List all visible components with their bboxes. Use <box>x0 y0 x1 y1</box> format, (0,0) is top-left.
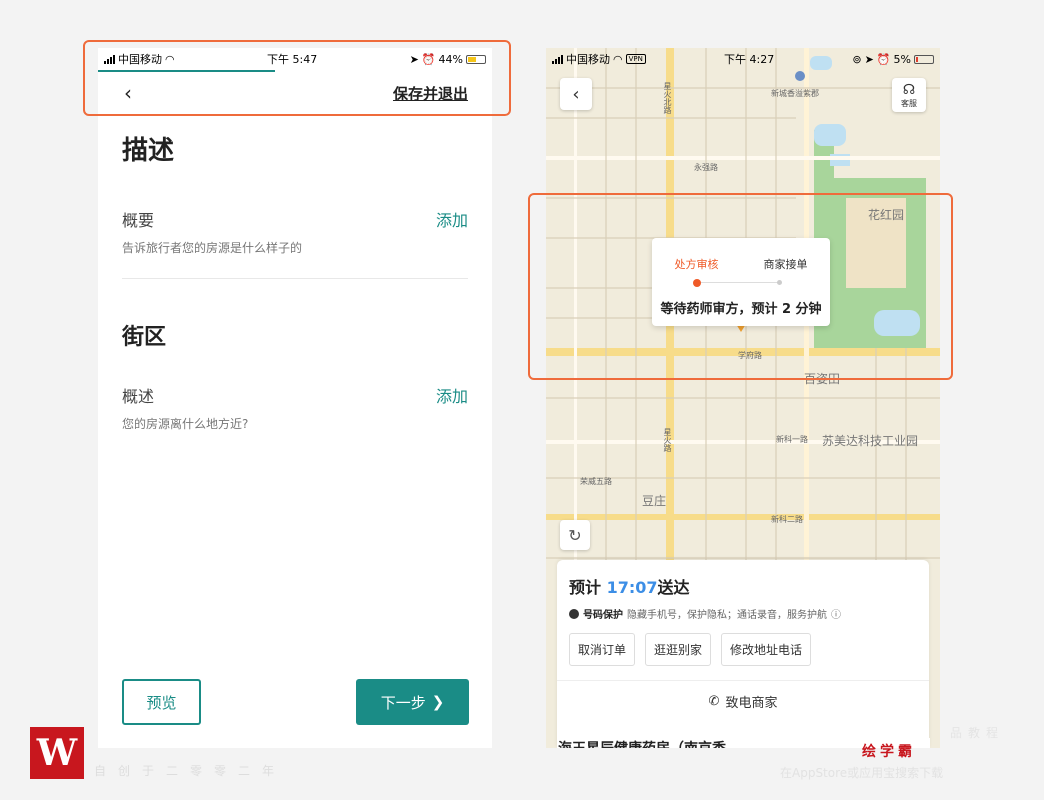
eta-time: 17:07 <box>606 578 658 597</box>
edit-address-button[interactable]: 修改地址电话 <box>721 633 812 666</box>
logo-letter-w: W <box>36 732 78 774</box>
preview-button[interactable]: 预览 <box>122 679 201 725</box>
status-time: 下午 4:27 <box>724 53 775 66</box>
neighborhood-title: 街区 <box>122 325 167 350</box>
overview-label: 概述 <box>122 387 155 406</box>
overview-hint: 您的房源离什么地方近? <box>122 417 249 431</box>
road-xinke2 <box>546 514 940 520</box>
alarm-icon: ⏰ <box>876 52 891 66</box>
section-title: 描述 <box>122 136 175 166</box>
poi-icon <box>795 71 805 81</box>
overview-add-button[interactable]: 添加 <box>436 383 468 407</box>
map-label-xingfei: 星火北路 <box>663 82 672 114</box>
overview-row: 概述 添加 <box>122 383 468 407</box>
call-merchant-label: 致电商家 <box>725 696 778 711</box>
lock-rotation-icon: ⊚ <box>852 52 862 66</box>
watermark-right-top: 品教程 <box>950 726 1005 740</box>
road-yongqiang <box>546 156 940 160</box>
highlight-box-navbar <box>83 40 511 116</box>
summary-label: 概要 <box>122 211 155 230</box>
refresh-icon: ↻ <box>568 525 582 545</box>
map-label-xinghuo: 星火路 <box>663 428 672 452</box>
summary-hint: 告诉旅行者您的房源是什么样子的 <box>122 241 303 255</box>
watermark-right: 在AppStore或应用宝搜索下载 <box>780 766 944 780</box>
map-label-yongqiang: 永强路 <box>694 163 718 172</box>
browse-other-button[interactable]: 逛逛别家 <box>645 633 712 666</box>
summary-add-button[interactable]: 添加 <box>436 207 468 231</box>
call-merchant-button[interactable]: ✆ 致电商家 <box>557 680 929 722</box>
shield-icon <box>569 608 579 619</box>
brand-logo: W <box>30 727 84 779</box>
map-label-sumeida: 苏美达科技工业园 <box>822 434 919 448</box>
back-chevron-icon: ‹ <box>572 83 580 105</box>
cancel-order-button[interactable]: 取消订单 <box>569 633 636 666</box>
customer-service-button[interactable]: ☊ 客服 <box>892 78 926 112</box>
map-label-douzhuang: 豆庄 <box>642 494 667 508</box>
summary-row: 概要 添加 <box>122 207 468 231</box>
description-form: 描述 概要 添加 告诉旅行者您的房源是什么样子的 街区 概述 添加 您的房源离什… <box>98 130 492 432</box>
signal-icon <box>552 54 563 64</box>
left-phone-screen: 中国移动 ◠ 下午 5:47 ➤ ⏰ 44% ‹ 保存并退出 描述 概要 添加 … <box>98 48 492 748</box>
eta-line: 预计 17:07送达 <box>569 574 929 598</box>
customer-service-label: 客服 <box>901 98 917 108</box>
location-icon: ➤ <box>864 52 874 66</box>
watermark-left: 自创于二零零二年 <box>94 764 287 778</box>
wifi-icon: ◠ <box>613 52 623 66</box>
battery-percent: 5% <box>893 52 911 66</box>
map-label-xinfeng: 新城香溢紫郡 <box>771 89 819 98</box>
eta-suffix: 送达 <box>657 578 690 597</box>
map-label-xinke1: 新科一路 <box>776 435 808 444</box>
number-protection: 号码保护 隐藏手机号，保护隐私；通话录音，服务护航 ⓘ <box>569 606 929 621</box>
brand-name: 绘学霸 <box>862 744 916 760</box>
order-actions: 取消订单 逛逛别家 修改地址电话 <box>569 633 929 666</box>
next-step-label: 下一步 <box>380 693 426 712</box>
headset-icon: ☊ <box>902 81 916 98</box>
next-step-button[interactable]: 下一步 ❯ <box>356 679 469 725</box>
map-back-button[interactable]: ‹ <box>560 78 592 110</box>
order-panel: 预计 17:07送达 号码保护 隐藏手机号，保护隐私；通话录音，服务护航 ⓘ 取… <box>557 560 929 748</box>
highlight-box-status-card <box>528 193 953 380</box>
lake-2 <box>814 124 846 146</box>
carrier-name: 中国移动 <box>566 53 610 66</box>
right-phone-screen: 新城香溢紫郡 星火北路 永强路 花红园 学府路 百姿田 苏美达科技工业园 新科一… <box>546 48 940 748</box>
battery-icon <box>914 54 934 64</box>
divider <box>122 278 468 279</box>
refresh-button[interactable]: ↻ <box>560 520 590 550</box>
protection-tag: 号码保护 <box>583 610 623 621</box>
help-icon[interactable]: ⓘ <box>831 606 841 621</box>
map-label-rongwei: 荣威五路 <box>580 477 612 486</box>
vpn-badge: VPN <box>625 54 646 64</box>
eta-prefix: 预计 <box>569 578 602 597</box>
protection-text: 隐藏手机号，保护隐私；通话录音，服务护航 <box>627 610 827 621</box>
phone-icon: ✆ <box>708 694 720 709</box>
chevron-right-icon: ❯ <box>431 693 445 711</box>
status-bar-right: 中国移动 ◠ VPN 下午 4:27 ⊚ ➤ ⏰ 5% <box>546 48 940 70</box>
map-label-xinke2: 新科二路 <box>771 515 803 524</box>
